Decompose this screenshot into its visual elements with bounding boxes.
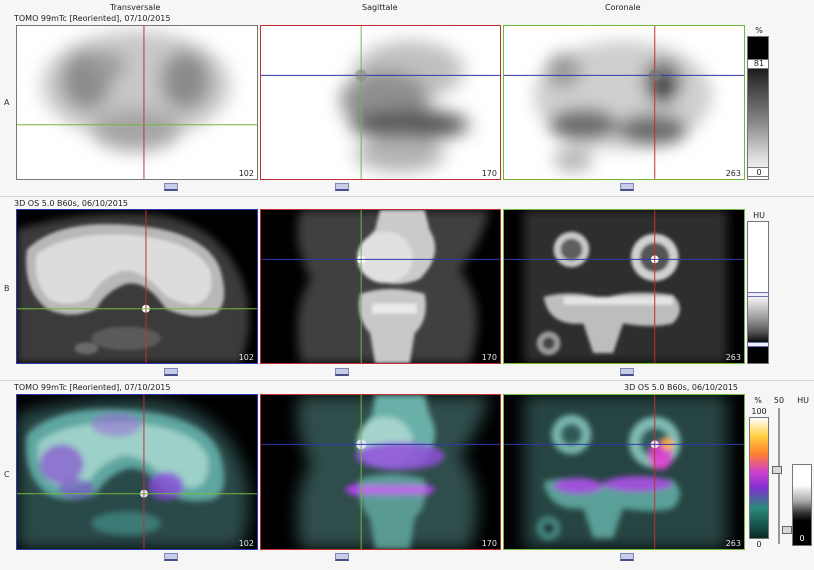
colorbar-b-handle-top[interactable] [747, 292, 769, 297]
view-c-sagittale[interactable]: 170 [260, 394, 501, 550]
slice-number: 102 [238, 539, 254, 548]
view-b-transversale[interactable]: 102 [16, 209, 258, 364]
colorbar-b[interactable] [747, 221, 769, 364]
slice-number: 170 [481, 539, 497, 548]
colorbar-c-hu-min: 0 [799, 534, 805, 543]
view-b-coronale[interactable]: 263 [503, 209, 745, 364]
opacity-slider-track[interactable] [778, 408, 780, 544]
row-b-label: B [4, 284, 10, 293]
fusion-sagittale-image [261, 395, 500, 549]
slider-a-coronale[interactable] [620, 183, 634, 191]
slice-number: 170 [481, 169, 497, 178]
view-b-sagittale[interactable]: 170 [260, 209, 501, 364]
colorbar-c-hu-unit: HU [797, 396, 809, 405]
slice-number: 102 [238, 353, 254, 362]
ct-transversale-image [17, 210, 257, 363]
colorbar-a-min: 0 [756, 168, 762, 177]
view-a-coronale[interactable]: 263 [503, 25, 745, 180]
slider-a-sagittale[interactable] [335, 183, 349, 191]
opacity-slider-lower-thumb[interactable] [782, 526, 792, 534]
slice-number: 263 [725, 539, 741, 548]
row-a-label: A [4, 98, 10, 107]
slider-b-transversale[interactable] [164, 368, 178, 376]
header-transversale: Transversale [110, 3, 161, 12]
slider-c-coronale[interactable] [620, 553, 634, 561]
header-coronale: Coronale [605, 3, 641, 12]
view-a-transversale[interactable]: 102 [16, 25, 258, 180]
colorbar-b-handle-bottom[interactable] [747, 342, 769, 347]
opacity-slider-thumb[interactable] [772, 466, 782, 474]
slice-number: 102 [238, 169, 254, 178]
colorbar-a[interactable] [747, 36, 769, 180]
row-b-title: 3D OS 5.0 B60s, 06/10/2015 [14, 199, 129, 208]
colorbar-b-unit: HU [753, 211, 765, 220]
spect-transversale-image [17, 26, 257, 179]
slice-number: 263 [725, 169, 741, 178]
colorbar-a-unit: % [755, 26, 763, 35]
slider-b-sagittale[interactable] [335, 368, 349, 376]
slider-a-transversale[interactable] [164, 183, 178, 191]
slider-b-coronale[interactable] [620, 368, 634, 376]
slice-number: 170 [481, 353, 497, 362]
spect-coronale-image [504, 26, 744, 179]
colorbar-c-pct[interactable] [749, 417, 769, 539]
slider-c-sagittale[interactable] [335, 553, 349, 561]
ct-sagittale-image [261, 210, 500, 363]
row-c-title-left: TOMO 99mTc [Reoriented], 07/10/2015 [14, 383, 171, 392]
slider-c-transversale[interactable] [164, 553, 178, 561]
fusion-coronale-image [504, 395, 744, 549]
colorbar-a-max: 81 [753, 59, 765, 68]
view-a-sagittale[interactable]: 170 [260, 25, 501, 180]
row-c-title-right: 3D OS 5.0 B60s, 06/10/2015 [624, 383, 739, 392]
view-c-transversale[interactable]: 102 [16, 394, 258, 550]
spect-sagittale-image [261, 26, 500, 179]
row-c-label: C [4, 470, 10, 479]
colorbar-c-pct-min: 0 [756, 540, 762, 549]
colorbar-c-pct-max: 100 [751, 407, 767, 416]
colorbar-c-pct-unit: % [754, 396, 762, 405]
row-a-title: TOMO 99mTc [Reoriented], 07/10/2015 [14, 14, 171, 23]
view-c-coronale[interactable]: 263 [503, 394, 745, 550]
fusion-transversale-image [17, 395, 257, 549]
slice-number: 263 [725, 353, 741, 362]
header-sagittale: Sagittale [362, 3, 398, 12]
ct-coronale-image [504, 210, 744, 363]
colorbar-c-mid-value: 50 [773, 396, 785, 405]
